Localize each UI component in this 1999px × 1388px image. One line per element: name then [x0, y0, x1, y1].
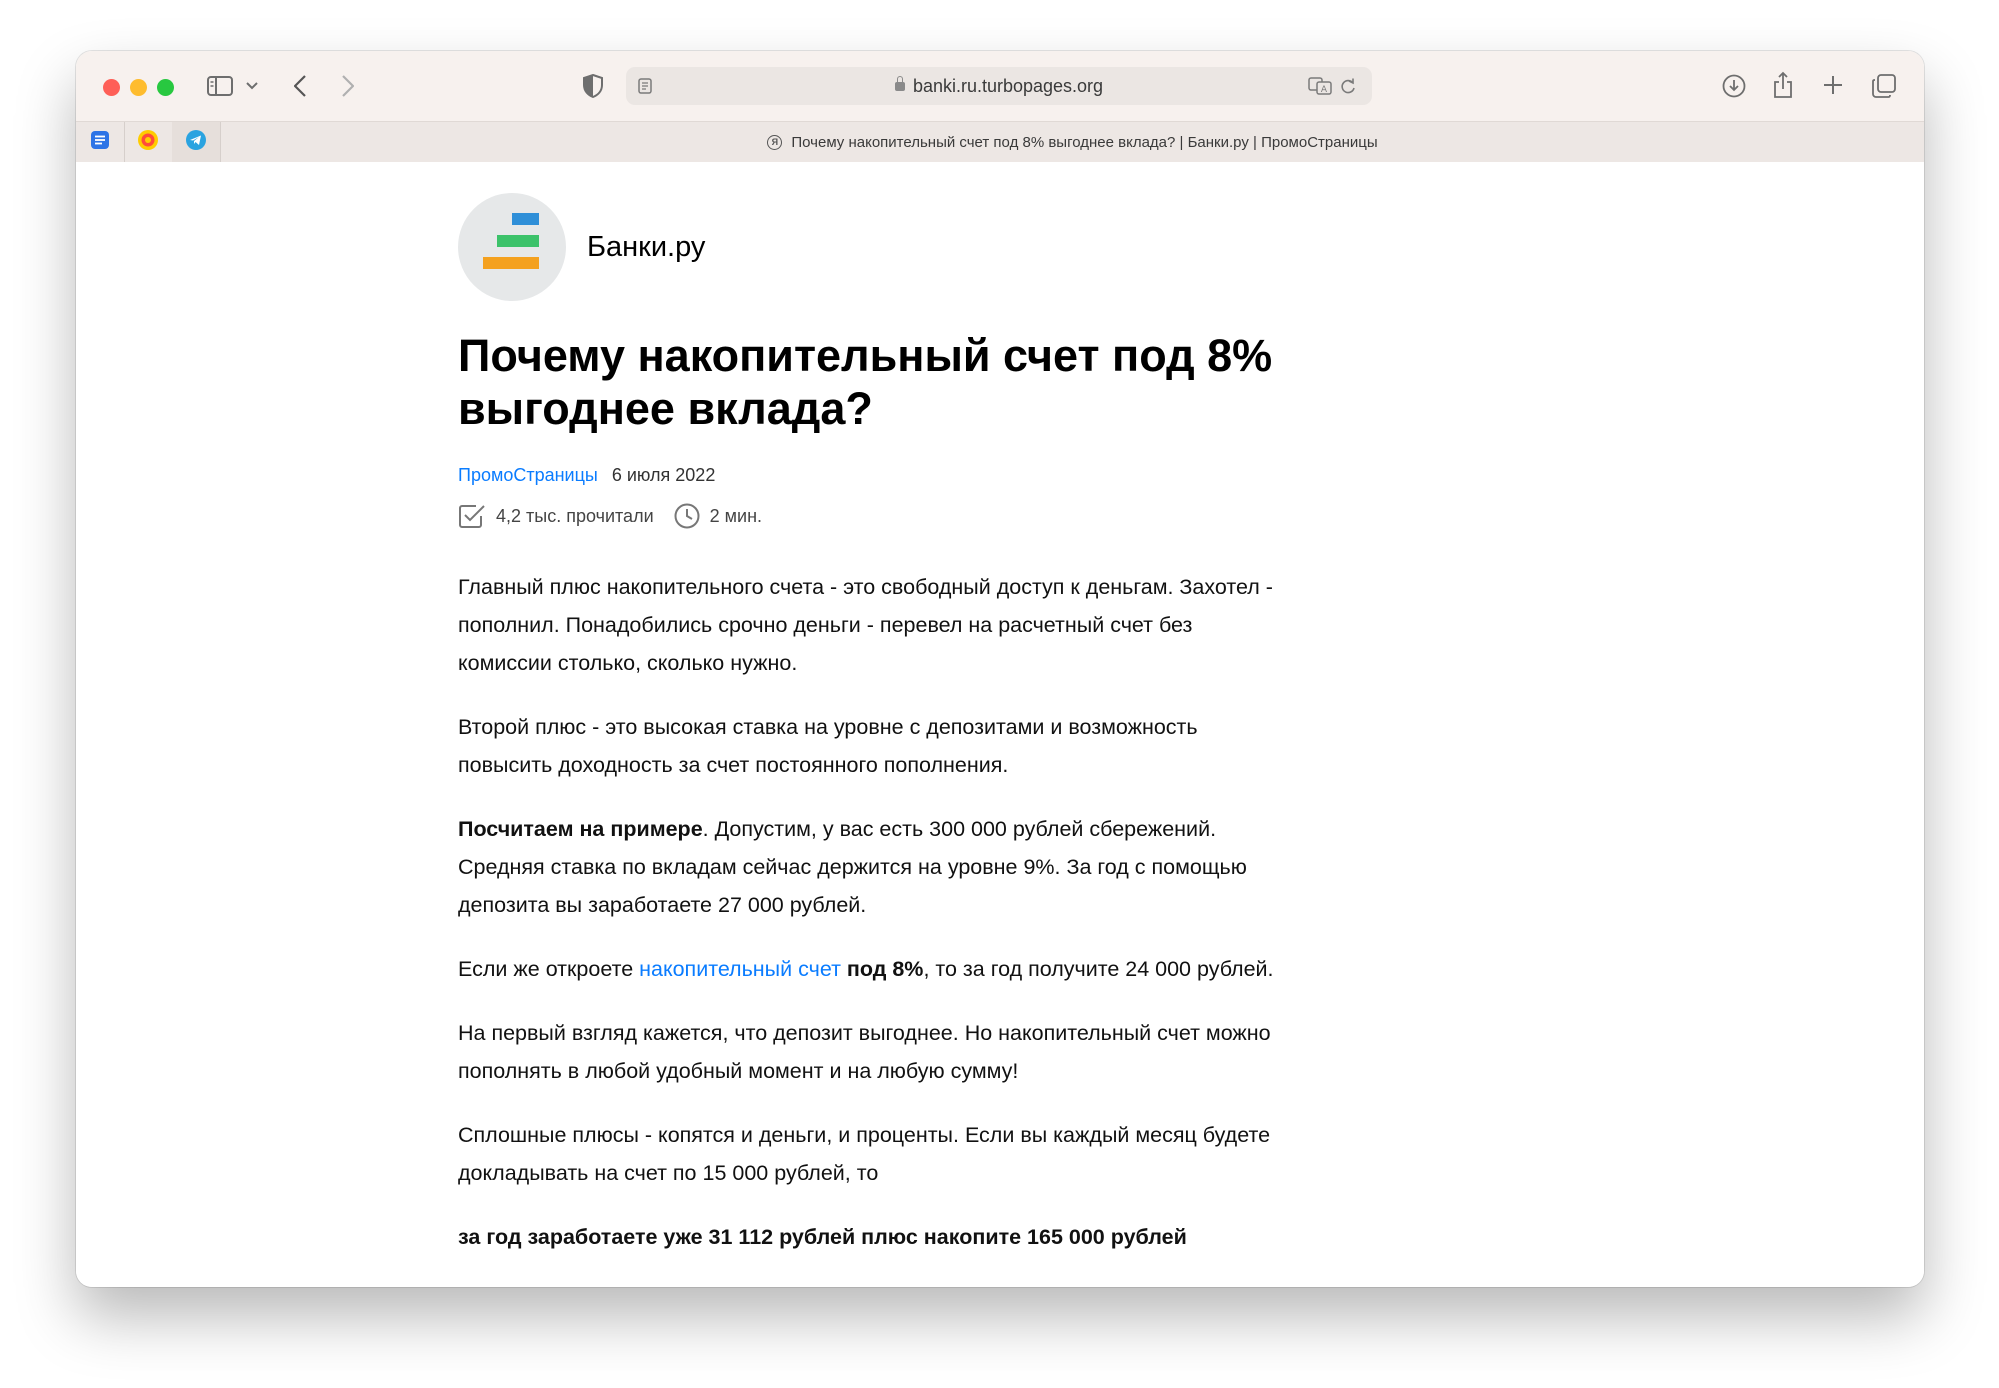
new-tab-icon[interactable] — [1821, 73, 1845, 97]
privacy-shield-icon[interactable] — [582, 73, 604, 99]
active-tab[interactable]: Я Почему накопительный счет под 8% выгод… — [221, 122, 1924, 162]
translate-icon[interactable]: A — [1307, 76, 1333, 96]
pinned-tab-telegram[interactable] — [172, 122, 221, 162]
paragraph-3: Посчитаем на примере. Допустим, у вас ес… — [458, 810, 1278, 924]
tab-title: Почему накопительный счет под 8% выгодне… — [791, 133, 1378, 151]
address-bar[interactable]: banki.ru.turbopages.org A — [626, 67, 1372, 105]
paragraph-7: за год заработаете уже 31 112 рублей плю… — [458, 1218, 1278, 1256]
emphasis-rate: под 8% — [840, 957, 924, 981]
savings-account-link[interactable]: накопительный счет — [639, 957, 841, 981]
downloads-icon[interactable] — [1721, 73, 1747, 99]
share-icon[interactable] — [1771, 70, 1795, 100]
url-text[interactable]: banki.ru.turbopages.org — [913, 76, 1103, 96]
sidebar-toggle-icon[interactable] — [206, 74, 234, 98]
paragraph-6: Сплошные плюсы - копятся и деньги, и про… — [458, 1123, 1271, 1185]
forward-icon[interactable] — [338, 73, 358, 99]
browser-window: banki.ru.turbopages.org A Я Почему накоп… — [76, 51, 1924, 1287]
article-meta: ПромоСтраницы 6 июля 2022 — [458, 465, 715, 486]
tab-overview-icon[interactable] — [1870, 72, 1898, 100]
telegram-icon — [185, 129, 207, 156]
page-content: Банки.ру Почему накопительный счет под 8… — [76, 162, 1924, 1287]
read-count: 4,2 тыс. прочитали — [496, 505, 654, 526]
svg-text:A: A — [1321, 85, 1328, 95]
maximize-window-button[interactable] — [157, 79, 174, 96]
close-window-button[interactable] — [103, 79, 120, 96]
docs-icon — [90, 130, 110, 155]
category-link[interactable]: ПромоСтраницы — [458, 465, 598, 485]
logo-bar-green — [497, 235, 539, 247]
clock-icon — [674, 503, 700, 529]
publisher-logo[interactable] — [458, 193, 566, 301]
paragraph-2: Второй плюс - это высокая ставка на уров… — [458, 715, 1198, 777]
favicon: Я — [767, 134, 783, 150]
paragraph-5: На первый взгляд кажется, что депозит вы… — [458, 1021, 1271, 1083]
read-time: 2 мин. — [709, 505, 763, 526]
pinned-tab-music[interactable] — [124, 122, 173, 162]
minimize-window-button[interactable] — [130, 79, 147, 96]
publisher-name[interactable]: Банки.ру — [587, 231, 705, 264]
lock-icon — [894, 76, 905, 91]
emphasis-result: за год заработаете уже 31 112 рублей плю… — [458, 1225, 1187, 1249]
yandex-music-icon — [137, 129, 159, 156]
logo-bar-orange — [483, 257, 539, 269]
browser-toolbar: banki.ru.turbopages.org A — [76, 51, 1924, 121]
tab-bar: Я Почему накопительный счет под 8% выгод… — [76, 121, 1924, 163]
checkbox-read-icon — [458, 503, 486, 529]
chevron-down-icon[interactable] — [245, 79, 259, 93]
article-stats: 4,2 тыс. прочитали 2 мин. — [458, 503, 762, 529]
logo-bar-blue — [512, 213, 539, 225]
emphasis: Посчитаем на примере — [458, 817, 703, 841]
publish-date: 6 июля 2022 — [611, 465, 716, 485]
paragraph-4-text: , то за год получите 24 000 рублей. — [923, 957, 1274, 981]
back-icon[interactable] — [290, 73, 310, 99]
pinned-tab-docs[interactable] — [76, 122, 125, 162]
paragraph-4-lead: Если же откроете — [458, 957, 640, 981]
paragraph-4: Если же откроете накопительный счет под … — [458, 950, 1278, 988]
article-title: Почему накопительный счет под 8% выгодне… — [458, 330, 1273, 434]
paragraph-1: Главный плюс накопительного счета - это … — [458, 575, 1273, 675]
article-body: Главный плюс накопительного счета - это … — [458, 568, 1278, 1282]
reload-icon[interactable] — [1338, 76, 1358, 96]
